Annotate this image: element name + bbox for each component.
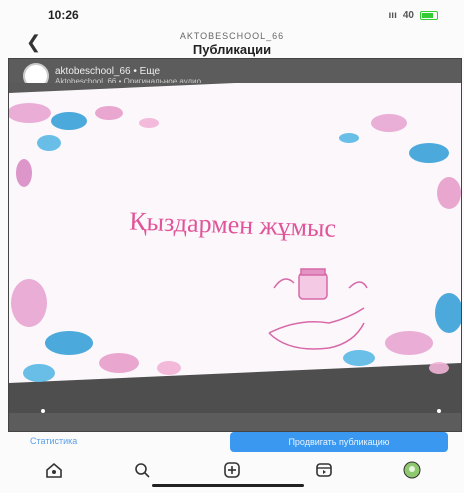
account-name: AKTOBESCHOOL_66 (179, 31, 285, 41)
status-bar: 10:26 ııı 40 (0, 0, 464, 24)
promote-button[interactable]: Продвигать публикацию (230, 432, 448, 452)
battery-icon (420, 11, 438, 20)
signal-label: 40 (402, 10, 414, 21)
bottom-nav (0, 452, 464, 482)
profile-icon[interactable] (402, 460, 422, 480)
post-username[interactable]: aktobeschool_66 • Еще (55, 66, 201, 77)
search-icon[interactable] (132, 460, 152, 480)
statistics-link[interactable]: Статистика (30, 436, 77, 446)
reels-icon[interactable] (314, 460, 334, 480)
status-icons: ııı 40 (389, 10, 438, 21)
mute-icon[interactable] (437, 409, 441, 413)
add-post-icon[interactable] (222, 460, 242, 480)
carousel-dot (41, 409, 45, 413)
home-indicator (152, 484, 304, 487)
signal-icon: ııı (388, 10, 397, 21)
page-title: Публикации (192, 42, 272, 57)
home-icon[interactable] (44, 460, 64, 480)
post-image: Қыздармен жұмыс (9, 83, 461, 413)
status-time: 10:26 (48, 8, 79, 22)
header: ❮ AKTOBESCHOOL_66 Публикации (0, 24, 464, 57)
post-media[interactable]: aktobeschool_66 • Еще Aktobeschool_66 • … (8, 58, 462, 432)
post-actions: Статистика Продвигать публикацию (0, 430, 464, 452)
